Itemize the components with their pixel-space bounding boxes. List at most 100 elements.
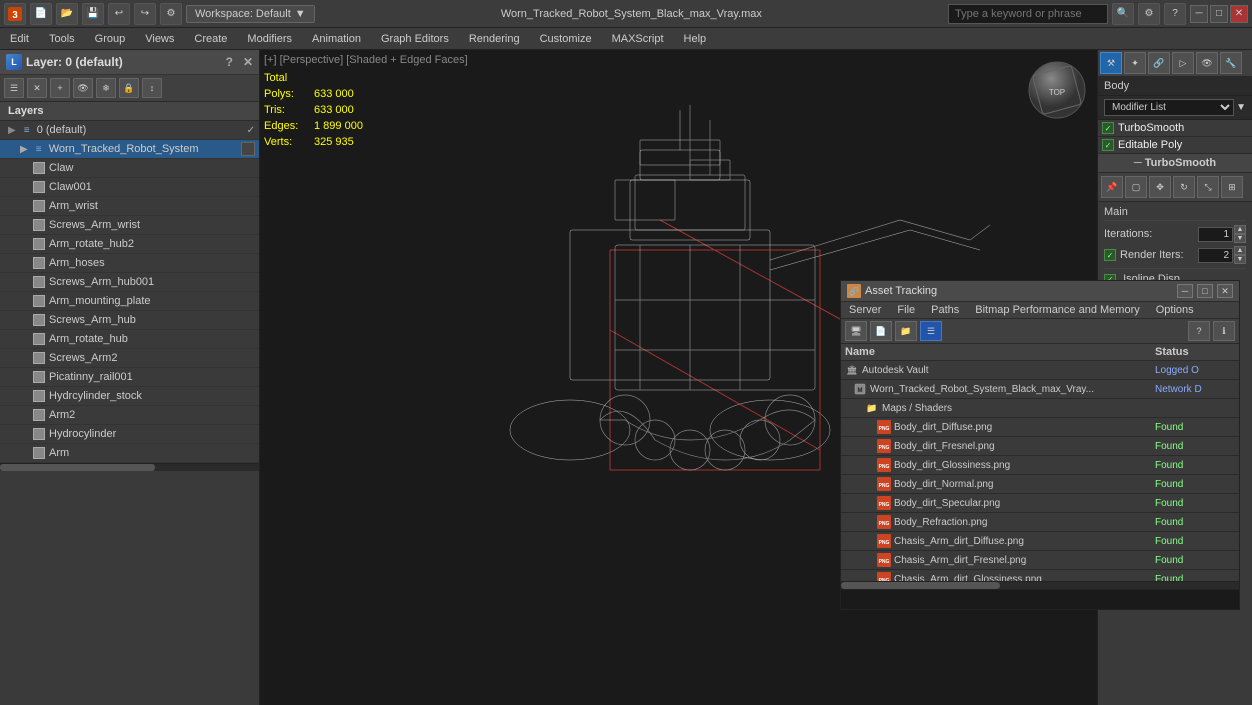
asset-item-chasis-fresnel[interactable]: PNG Chasis_Arm_dirt_Fresnel.png Found <box>841 551 1239 570</box>
menu-animation[interactable]: Animation <box>302 28 371 50</box>
layer-item-screws-arm2[interactable]: Screws_Arm2 <box>0 349 259 368</box>
layer-item-hydrocylinder[interactable]: Hydrocylinder <box>0 425 259 444</box>
render-iters-down[interactable]: ▼ <box>1234 255 1246 264</box>
menu-edit[interactable]: Edit <box>0 28 39 50</box>
asset-item-body-fresnel[interactable]: PNG Body_dirt_Fresnel.png Found <box>841 437 1239 456</box>
help-btn[interactable]: ? <box>1164 3 1186 25</box>
layer-item-screws-arm-wrist[interactable]: Screws_Arm_wrist <box>0 216 259 235</box>
close-btn[interactable]: ✕ <box>1230 5 1248 23</box>
layer-item-arm2[interactable]: Arm2 <box>0 406 259 425</box>
modifier-editable-poly[interactable]: ✓ Editable Poly <box>1098 137 1252 154</box>
modifier-turbosmooth[interactable]: ✓ TurboSmooth <box>1098 120 1252 137</box>
mod-select-btn[interactable]: ▢ <box>1125 176 1147 198</box>
maximize-btn[interactable]: □ <box>1210 5 1228 23</box>
render-iters-check[interactable]: ✓ <box>1104 249 1116 261</box>
open-file-btn[interactable]: 📂 <box>56 3 78 25</box>
asset-item-body-diffuse[interactable]: PNG Body_dirt_Diffuse.png Found <box>841 418 1239 437</box>
layer-item-claw001[interactable]: Claw001 <box>0 178 259 197</box>
layer-delete-btn[interactable]: ✕ <box>27 78 47 98</box>
mod-pin-btn[interactable]: 📌 <box>1101 176 1123 198</box>
layer-item-arm[interactable]: Arm <box>0 444 259 463</box>
create-mode-btn[interactable]: ✦ <box>1124 52 1146 74</box>
redo-btn[interactable]: ↪ <box>134 3 156 25</box>
render-iters-up[interactable]: ▲ <box>1234 246 1246 255</box>
motion-mode-btn[interactable]: ▷ <box>1172 52 1194 74</box>
nav-cube[interactable]: TOP <box>1027 60 1087 120</box>
modifier-mode-btn[interactable]: ⚒ <box>1100 52 1122 74</box>
menu-views[interactable]: Views <box>135 28 184 50</box>
asset-info-btn[interactable]: ℹ <box>1213 321 1235 341</box>
layer-item-arm-rotate-hub[interactable]: Arm_rotate_hub <box>0 330 259 349</box>
asset-menu-options[interactable]: Options <box>1148 302 1202 318</box>
turbosmooth-checkbox[interactable]: ✓ <box>1102 122 1114 134</box>
menu-tools[interactable]: Tools <box>39 28 85 50</box>
editable-poly-checkbox[interactable]: ✓ <box>1102 139 1114 151</box>
search-input[interactable] <box>948 4 1108 24</box>
layer-visibility-btn[interactable]: 👁 <box>73 78 93 98</box>
asset-list[interactable]: 🏛 Autodesk Vault Logged O M Worn_Tracked… <box>841 361 1239 581</box>
display-mode-btn[interactable]: 👁 <box>1196 52 1218 74</box>
layer-item-picatinny[interactable]: Picatinny_rail001 <box>0 368 259 387</box>
menu-help[interactable]: Help <box>674 28 717 50</box>
mod-rotate-btn[interactable]: ↻ <box>1173 176 1195 198</box>
layer-freeze-btn[interactable]: ❄ <box>96 78 116 98</box>
mod-move-btn[interactable]: ✥ <box>1149 176 1171 198</box>
asset-item-body-specular[interactable]: PNG Body_dirt_Specular.png Found <box>841 494 1239 513</box>
menu-modifiers[interactable]: Modifiers <box>237 28 302 50</box>
search-btn[interactable]: 🔍 <box>1112 3 1134 25</box>
app-icon[interactable]: 3 <box>4 3 26 25</box>
asset-help-btn[interactable]: ? <box>1188 321 1210 341</box>
layer-item-arm-hoses[interactable]: Arm_hoses <box>0 254 259 273</box>
render-iters-input[interactable] <box>1198 248 1233 263</box>
menu-customize[interactable]: Customize <box>530 28 602 50</box>
workspace-selector[interactable]: Workspace: Default ▼ <box>186 5 315 23</box>
layer-help-btn[interactable]: ? <box>226 55 233 69</box>
layer-item-screws-arm-hub[interactable]: Screws_Arm_hub <box>0 311 259 330</box>
asset-path-input[interactable] <box>841 590 1239 609</box>
new-file-btn[interactable]: 📄 <box>30 3 52 25</box>
layer-item-claw[interactable]: Claw <box>0 159 259 178</box>
modifier-list-dropdown[interactable]: Modifier List <box>1104 99 1234 116</box>
asset-file-btn[interactable]: 📄 <box>870 321 892 341</box>
extra-btn[interactable]: ⚙ <box>160 3 182 25</box>
asset-input-row[interactable] <box>841 589 1239 609</box>
asset-scrollbar[interactable] <box>841 581 1239 589</box>
modifier-dropdown-arrow[interactable]: ▼ <box>1236 102 1246 113</box>
menu-maxscript[interactable]: MAXScript <box>602 28 674 50</box>
layer-item-hydrcylinder-stock[interactable]: Hydrcylinder_stock <box>0 387 259 406</box>
asset-menu-paths[interactable]: Paths <box>923 302 967 318</box>
layer-list-view-btn[interactable]: ☰ <box>4 78 24 98</box>
asset-minimize-btn[interactable]: ─ <box>1177 284 1193 298</box>
layer-item-worn[interactable]: ▶ ≡ Worn_Tracked_Robot_System <box>0 140 259 159</box>
asset-item-worn-file[interactable]: M Worn_Tracked_Robot_System_Black_max_Vr… <box>841 380 1239 399</box>
asset-folder-btn[interactable]: 📁 <box>895 321 917 341</box>
asset-server-btn[interactable]: 🖥 <box>845 321 867 341</box>
layer-item-arm-wrist[interactable]: Arm_wrist <box>0 197 259 216</box>
utility-mode-btn[interactable]: 🔧 <box>1220 52 1242 74</box>
asset-list-btn[interactable]: ☰ <box>920 321 942 341</box>
asset-item-chasis-diffuse[interactable]: PNG Chasis_Arm_dirt_Diffuse.png Found <box>841 532 1239 551</box>
layers-scrollbar[interactable] <box>0 463 259 471</box>
asset-item-vault[interactable]: 🏛 Autodesk Vault Logged O <box>841 361 1239 380</box>
asset-menu-bitmap[interactable]: Bitmap Performance and Memory <box>967 302 1147 318</box>
mod-extra-btn[interactable]: ⊞ <box>1221 176 1243 198</box>
settings-btn[interactable]: ⚙ <box>1138 3 1160 25</box>
menu-rendering[interactable]: Rendering <box>459 28 530 50</box>
asset-maximize-btn[interactable]: □ <box>1197 284 1213 298</box>
asset-item-chasis-glossiness[interactable]: PNG Chasis_Arm_dirt_Glossiness.png Found <box>841 570 1239 581</box>
layers-list[interactable]: ▶ ≡ 0 (default) ✓ ▶ ≡ Worn_Tracked_Robot… <box>0 121 259 705</box>
asset-item-body-refraction[interactable]: PNG Body_Refraction.png Found <box>841 513 1239 532</box>
layer-link-btn[interactable]: ↕ <box>142 78 162 98</box>
asset-menu-file[interactable]: File <box>889 302 923 318</box>
layer-lock-btn[interactable]: 🔒 <box>119 78 139 98</box>
mod-scale-btn[interactable]: ⤡ <box>1197 176 1219 198</box>
save-btn[interactable]: 💾 <box>82 3 104 25</box>
iterations-input[interactable] <box>1198 227 1233 242</box>
asset-item-body-normal[interactable]: PNG Body_dirt_Normal.png Found <box>841 475 1239 494</box>
layer-add-btn[interactable]: + <box>50 78 70 98</box>
menu-graph-editors[interactable]: Graph Editors <box>371 28 459 50</box>
undo-btn[interactable]: ↩ <box>108 3 130 25</box>
hierarchy-mode-btn[interactable]: 🔗 <box>1148 52 1170 74</box>
layer-item-arm-rotate-hub2[interactable]: Arm_rotate_hub2 <box>0 235 259 254</box>
layer-close-btn[interactable]: ✕ <box>243 55 253 69</box>
